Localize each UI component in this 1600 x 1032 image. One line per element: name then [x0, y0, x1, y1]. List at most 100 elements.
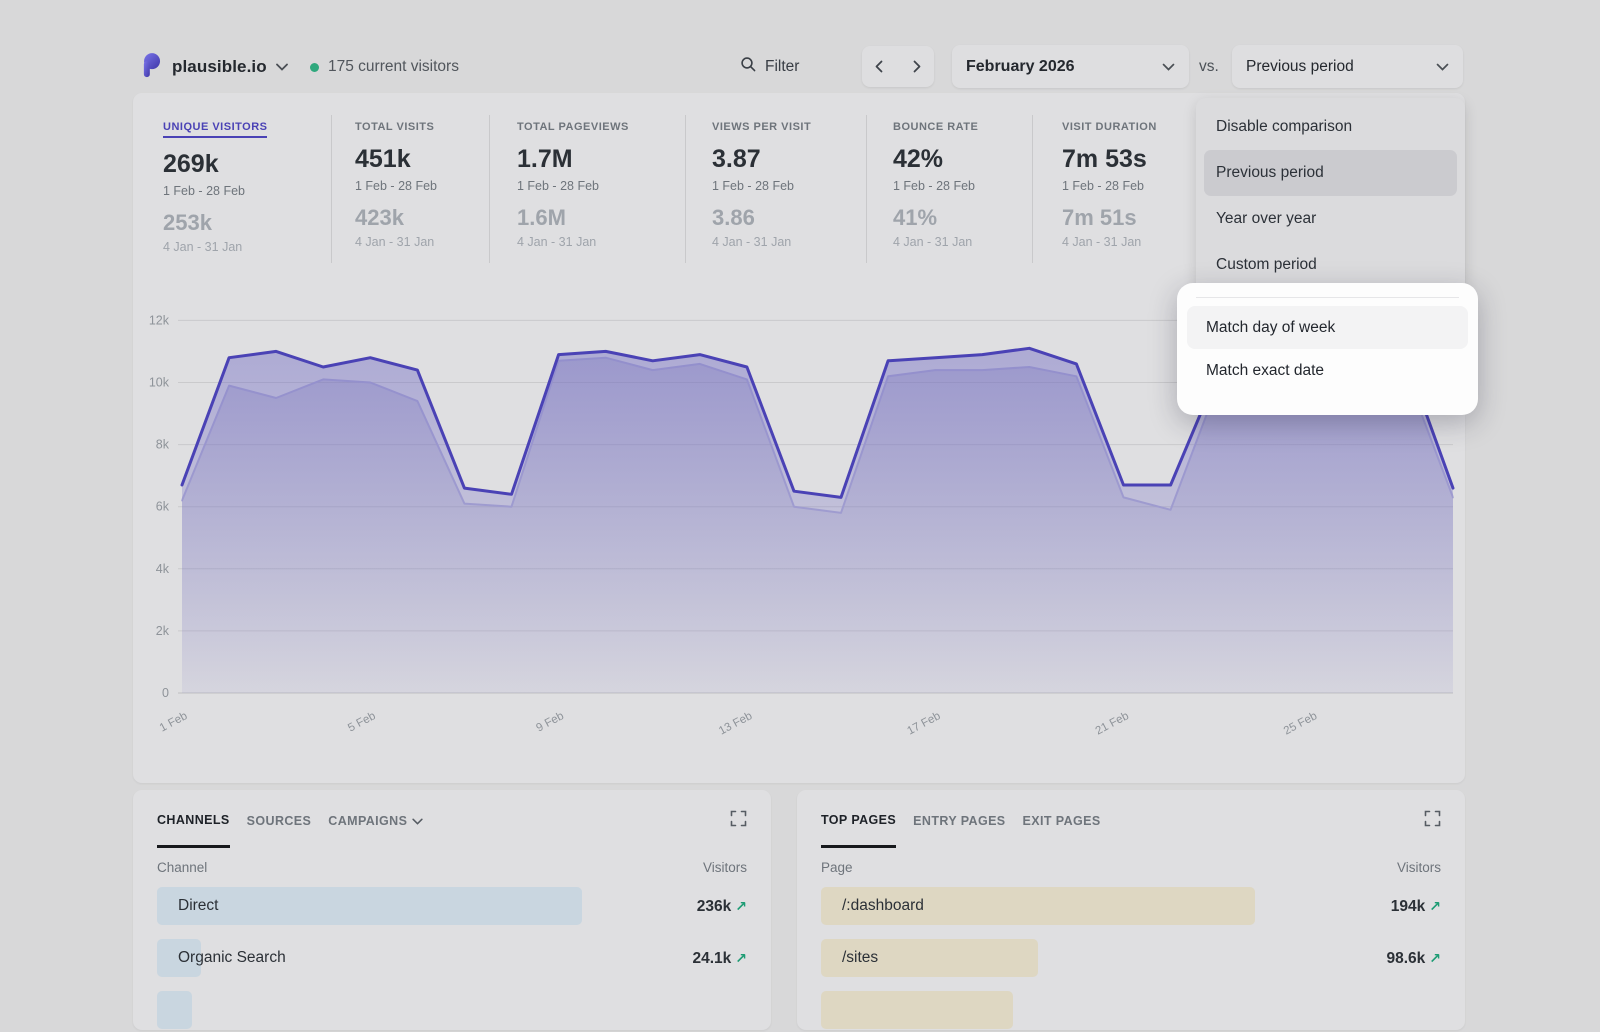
svg-text:8k: 8k	[156, 438, 170, 452]
stat-prev-value: 7m 51s	[1062, 205, 1157, 231]
current-visitors[interactable]: 175 current visitors	[310, 45, 459, 89]
stat-metric-views-per-visit[interactable]: VIEWS PER VISIT3.871 Feb - 28 Feb3.864 J…	[712, 121, 811, 249]
current-visitors-label: 175 current visitors	[328, 58, 459, 76]
row-bar	[157, 887, 582, 925]
table-row[interactable]: Organic Search 24.1k↗	[157, 936, 747, 980]
stat-prev-value: 3.86	[712, 205, 811, 231]
row-bar	[157, 991, 192, 1029]
stat-metric-unique-visitors[interactable]: UNIQUE VISITORS 269k 1 Feb - 28 Feb 253k 4 J…	[163, 121, 267, 254]
table-row[interactable]	[821, 988, 1441, 1032]
expand-icon[interactable]	[1423, 810, 1441, 828]
trend-up-arrow-icon: ↗	[735, 950, 747, 966]
stat-prev-period: 4 Jan - 31 Jan	[893, 235, 978, 249]
stat-divider	[685, 115, 686, 263]
trend-up-arrow-icon: ↗	[1429, 950, 1441, 966]
visitors-count: 24.1k	[692, 950, 731, 967]
page-column-header: Page	[821, 860, 853, 875]
table-row[interactable]	[157, 988, 747, 1032]
menu-item-match-day-of-week[interactable]: Match day of week	[1187, 306, 1468, 349]
tab-exit-pages[interactable]: EXIT PAGES	[1023, 792, 1101, 846]
menu-item-year-over-year[interactable]: Year over year	[1204, 196, 1457, 242]
row-label: /sites	[842, 936, 878, 980]
stat-period: 1 Feb - 28 Feb	[712, 179, 811, 193]
stat-prev-period: 4 Jan - 31 Jan	[355, 235, 437, 249]
stat-label: VISIT DURATION	[1062, 121, 1157, 133]
row-label: Organic Search	[178, 936, 286, 980]
stat-divider	[489, 115, 490, 263]
svg-text:13 Feb: 13 Feb	[717, 710, 754, 737]
tab-top-pages[interactable]: TOP PAGES	[821, 791, 896, 848]
channel-column-header: Channel	[157, 860, 207, 875]
visitors-count: 236k	[697, 898, 731, 915]
chevron-down-icon	[276, 58, 288, 76]
stat-label: UNIQUE VISITORS	[163, 121, 267, 138]
tab-entry-pages[interactable]: ENTRY PAGES	[913, 792, 1005, 846]
svg-text:6k: 6k	[156, 500, 170, 514]
stat-metric-total-pageviews[interactable]: TOTAL PAGEVIEWS1.7M1 Feb - 28 Feb1.6M4 J…	[517, 121, 629, 249]
menu-item-previous-period[interactable]: Previous period	[1204, 150, 1457, 196]
tab-label: CHANNELS	[157, 813, 230, 827]
row-value: 98.6k↗	[1386, 936, 1441, 981]
date-range-label: February 2026	[966, 58, 1075, 76]
site-switcher[interactable]: plausible.io	[137, 45, 288, 89]
comparison-select[interactable]: Previous period	[1232, 45, 1463, 88]
stat-value: 7m 53s	[1062, 145, 1157, 174]
tab-sources[interactable]: SOURCES	[247, 792, 312, 846]
menu-separator	[1196, 297, 1459, 298]
tab-campaigns[interactable]: CAMPAIGNS	[328, 792, 423, 846]
comparison-label: Previous period	[1246, 58, 1354, 76]
stat-metric-visit-duration[interactable]: VISIT DURATION 7m 53s 1 Feb - 28 Feb 7m 51s…	[1062, 121, 1157, 249]
expand-icon[interactable]	[729, 810, 747, 828]
date-range-select[interactable]: February 2026	[952, 45, 1189, 88]
stat-metric-bounce-rate[interactable]: BOUNCE RATE42%1 Feb - 28 Feb41%4 Jan - 3…	[893, 121, 978, 249]
svg-text:0: 0	[162, 686, 169, 700]
stat-prev-period: 4 Jan - 31 Jan	[163, 240, 267, 254]
menu-item-disable-comparison[interactable]: Disable comparison	[1204, 104, 1457, 150]
table-row[interactable]: Direct236k↗	[157, 884, 747, 928]
row-bar	[821, 991, 1013, 1029]
match-options-panel: Match day of weekMatch exact date	[1177, 283, 1478, 415]
prev-period-arrow-button[interactable]	[862, 46, 898, 87]
next-period-arrow-button[interactable]	[898, 46, 934, 87]
tab-label: TOP PAGES	[821, 813, 896, 827]
stat-metric-total-visits[interactable]: TOTAL VISITS451k1 Feb - 28 Feb423k4 Jan …	[355, 121, 437, 249]
stat-label: TOTAL PAGEVIEWS	[517, 121, 629, 133]
stat-prev-value: 253k	[163, 210, 267, 236]
chevron-down-icon	[412, 814, 423, 828]
date-nav	[862, 46, 934, 87]
tab-channels[interactable]: CHANNELS	[157, 791, 230, 848]
stat-period: 1 Feb - 28 Feb	[355, 179, 437, 193]
search-icon	[740, 56, 757, 78]
stat-prev-value: 1.6M	[517, 205, 629, 231]
stat-divider	[331, 115, 332, 263]
svg-text:25 Feb: 25 Feb	[1282, 710, 1319, 737]
stat-value: 269k	[163, 150, 267, 179]
stat-prev-value: 41%	[893, 205, 978, 231]
tab-label: SOURCES	[247, 814, 312, 828]
stat-period: 1 Feb - 28 Feb	[517, 179, 629, 193]
stat-prev-period: 4 Jan - 31 Jan	[1062, 235, 1157, 249]
vs-label: vs.	[1199, 45, 1219, 88]
menu-item-custom-period[interactable]: Custom period	[1204, 242, 1457, 288]
stat-period: 1 Feb - 28 Feb	[1062, 179, 1157, 193]
tab-label: EXIT PAGES	[1023, 814, 1101, 828]
row-value: 236k↗	[697, 884, 747, 929]
table-row[interactable]: /:dashboard194k↗	[821, 884, 1441, 928]
svg-text:5 Feb: 5 Feb	[346, 710, 378, 734]
row-label: /:dashboard	[842, 884, 924, 928]
visitors-count: 194k	[1391, 898, 1425, 915]
menu-item-match-exact-date[interactable]: Match exact date	[1187, 349, 1468, 392]
comparison-dropdown-menu: Disable comparisonPrevious periodYear ov…	[1196, 98, 1465, 298]
svg-text:12k: 12k	[149, 313, 170, 327]
stat-period: 1 Feb - 28 Feb	[163, 184, 267, 198]
visitors-count: 98.6k	[1386, 950, 1425, 967]
stat-label: TOTAL VISITS	[355, 121, 437, 133]
row-value: 24.1k↗	[692, 936, 747, 981]
visitors-column-header: Visitors	[1397, 860, 1441, 875]
channels-panel: CHANNELSSOURCESCAMPAIGNS Channel Visitor…	[133, 790, 771, 1030]
svg-text:17 Feb: 17 Feb	[905, 710, 942, 737]
table-row[interactable]: /sites 98.6k↗	[821, 936, 1441, 980]
filter-button[interactable]: Filter	[740, 45, 799, 89]
plausible-logo-icon	[137, 52, 163, 83]
stat-divider	[1032, 115, 1033, 263]
